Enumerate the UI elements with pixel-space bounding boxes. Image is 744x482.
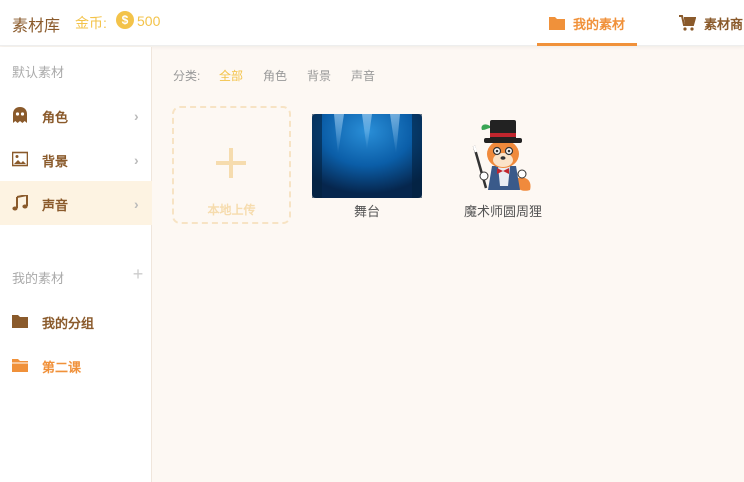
- magician-fox-thumbnail: [472, 120, 531, 191]
- asset-name: 魔术师圆周狸: [463, 204, 542, 219]
- coins-value: 500: [137, 13, 161, 29]
- add-group-button[interactable]: +: [130, 265, 146, 283]
- filter-characters[interactable]: 角色: [263, 67, 287, 84]
- tab-asset-store-label: 素材商: [704, 16, 744, 32]
- folder-icon: [12, 315, 28, 328]
- filter-label: 分类:: [173, 69, 201, 83]
- sidebar-item-characters[interactable]: 角色 ›: [0, 93, 152, 137]
- chevron-right-icon: ›: [134, 108, 139, 124]
- sidebar-item-backgrounds[interactable]: 背景 ›: [0, 137, 152, 181]
- folder-open-icon: [12, 359, 28, 372]
- local-upload-button[interactable]: 本地上传: [172, 106, 291, 224]
- tab-my-assets[interactable]: 我的素材: [537, 0, 637, 46]
- coins-label: 金币:: [75, 15, 107, 31]
- sidebar-item-label: 声音: [42, 198, 69, 213]
- sidebar-item-label: 角色: [42, 110, 69, 125]
- sidebar-item-label: 我的分组: [42, 316, 95, 331]
- cart-icon: [679, 15, 696, 31]
- sidebar-item-label: 第二课: [42, 360, 82, 375]
- filter-backgrounds[interactable]: 背景: [307, 67, 331, 84]
- chevron-right-icon: ›: [134, 196, 139, 212]
- asset-card[interactable]: 魔术师圆周狸: [450, 114, 556, 219]
- sidebar-item-label: 背景: [42, 154, 69, 169]
- tab-asset-store[interactable]: 素材商: [679, 0, 743, 46]
- image-icon: [12, 151, 28, 167]
- my-assets-heading: 我的素材: [12, 271, 65, 286]
- upload-label: 本地上传: [207, 203, 256, 217]
- stage-thumbnail: [312, 114, 422, 198]
- chevron-right-icon: ›: [134, 152, 139, 168]
- filter-sounds[interactable]: 声音: [351, 67, 375, 84]
- asset-name: 舞台: [353, 204, 380, 219]
- music-note-icon: [12, 195, 28, 211]
- top-header: 素材库 金币: $ 500 我的素材 素材商: [0, 0, 744, 46]
- plus-icon: [216, 148, 246, 178]
- default-assets-heading: 默认素材: [12, 65, 65, 80]
- sidebar-item-lesson-two[interactable]: 第二课: [0, 343, 152, 387]
- app-title: 素材库: [12, 18, 61, 35]
- sidebar-item-my-group[interactable]: 我的分组: [0, 299, 152, 343]
- filter-all[interactable]: 全部: [219, 67, 243, 84]
- folder-icon: [548, 17, 565, 30]
- ghost-icon: [13, 107, 27, 123]
- asset-card[interactable]: 舞台: [312, 114, 422, 219]
- tab-my-assets-label: 我的素材: [572, 16, 625, 32]
- coin-icon: $: [116, 11, 134, 29]
- sidebar: 默认素材 角色 › 背景 › 声音 › 我的素材 + 我的分组 第二课: [0, 47, 152, 482]
- sidebar-item-sounds[interactable]: 声音 ›: [0, 181, 152, 225]
